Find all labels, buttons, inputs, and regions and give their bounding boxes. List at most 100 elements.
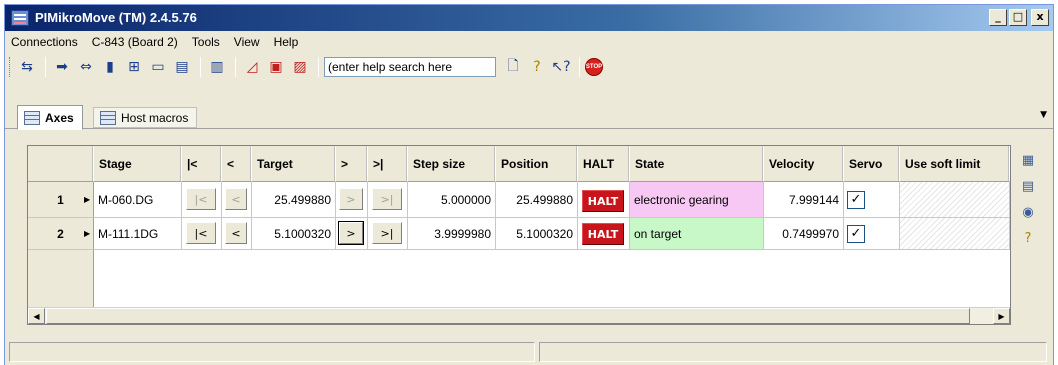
velocity-field[interactable]: 0.7499970 (764, 218, 844, 250)
header-stage[interactable]: Stage (94, 146, 182, 182)
stop-axes-icon[interactable]: ▮ (99, 56, 121, 78)
header-state[interactable]: State (630, 146, 764, 182)
horizontal-scrollbar[interactable]: ◀ ▶ (28, 307, 1010, 324)
help-search-input[interactable]: (enter help search here (324, 57, 496, 77)
header-position[interactable]: Position (496, 146, 578, 182)
corner-header (28, 146, 94, 182)
menu-bar: Connections C-843 (Board 2) Tools View H… (5, 32, 1053, 52)
servo-cell: ✓ (844, 182, 900, 218)
main-window: PIMikroMove (TM) 2.4.5.76 _ □ x Connecti… (4, 4, 1054, 365)
header-forward[interactable]: > (336, 146, 368, 182)
app-icon (11, 10, 29, 26)
connect-icon[interactable]: ⇆ (16, 56, 38, 78)
header-back[interactable]: < (222, 146, 252, 182)
window-title: PIMikroMove (TM) 2.4.5.76 (35, 10, 197, 25)
move-both-icon[interactable]: ⇔ (75, 56, 97, 78)
help-icon[interactable]: ? (1019, 231, 1037, 249)
to-end-button[interactable]: >| (372, 188, 402, 210)
to-start-cell: |< (182, 182, 222, 218)
move-right-icon[interactable]: ➡ (51, 56, 73, 78)
graph-icon[interactable]: ◿ (241, 56, 263, 78)
row-index: 1 (57, 192, 64, 207)
toolbar: ⇆ ➡ ⇔ ▮ ⊞ ▭ ▤ ▥ ◿ ▣ ▨ (enter help search… (5, 53, 1053, 81)
step-forward-button[interactable]: > (339, 188, 363, 210)
column-select-icon[interactable]: ▦ (1019, 153, 1037, 171)
target-field[interactable]: 25.499880 (252, 182, 336, 218)
header-servo[interactable]: Servo (844, 146, 900, 182)
maximize-button[interactable]: □ (1009, 9, 1027, 26)
row-index: 2 (57, 226, 64, 241)
row-header[interactable]: 1 ▶ (28, 182, 94, 218)
step-size-field[interactable]: 5.000000 (408, 182, 496, 218)
header-target[interactable]: Target (252, 146, 336, 182)
servo-checkbox[interactable]: ✓ (847, 190, 865, 209)
side-toolbar: ▦ ▤ ◉ ? (1019, 153, 1043, 257)
minimize-button[interactable]: _ (989, 9, 1007, 26)
help-icon[interactable]: ? (526, 56, 548, 78)
menu-connections[interactable]: Connections (11, 35, 78, 49)
header-to-end[interactable]: >| (368, 146, 408, 182)
save-config-icon[interactable]: ▤ (1019, 179, 1037, 197)
soft-limit-cell (900, 218, 1010, 250)
forward-cell: > (336, 218, 368, 250)
add-icon[interactable]: ⊞ (123, 56, 145, 78)
tab-axes[interactable]: Axes (17, 105, 83, 130)
save-icon[interactable]: ▤ (171, 56, 193, 78)
status-panel-left (9, 342, 535, 362)
row-pointer-icon: ▶ (84, 195, 91, 204)
stage-cell[interactable]: M-060.DG (94, 182, 182, 218)
tab-axes-label: Axes (45, 110, 74, 125)
tab-host-macros[interactable]: Host macros (93, 107, 198, 128)
sequence-icon[interactable]: ▥ (206, 56, 228, 78)
velocity-field[interactable]: 7.999144 (764, 182, 844, 218)
toolbar-grip[interactable] (9, 57, 12, 77)
close-button[interactable]: x (1031, 9, 1049, 26)
axes-tab-icon (24, 110, 40, 125)
axes-table-panel: Stage |< < Target > >| Step size Positio… (27, 145, 1011, 325)
scroll-right-button[interactable]: ▶ (993, 308, 1010, 324)
menu-help[interactable]: Help (274, 35, 299, 49)
macros-tab-icon (100, 110, 116, 125)
scroll-left-button[interactable]: ◀ (28, 308, 45, 324)
header-halt[interactable]: HALT (578, 146, 630, 182)
scroll-thumb[interactable] (46, 308, 970, 324)
to-end-cell: >| (368, 182, 408, 218)
halt-cell: HALT (578, 182, 630, 218)
halt-button[interactable]: HALT (582, 223, 624, 245)
sound-icon[interactable]: ◉ (1019, 205, 1037, 223)
target-field[interactable]: 5.1000320 (252, 218, 336, 250)
plot-icon[interactable]: ▨ (289, 56, 311, 78)
back-cell: < (222, 182, 252, 218)
header-use-soft-limit[interactable]: Use soft limit (900, 146, 1010, 182)
state-value: on target (630, 218, 764, 250)
to-start-button[interactable]: |< (186, 188, 216, 210)
to-start-cell: |< (182, 218, 222, 250)
to-start-button[interactable]: |< (186, 222, 216, 244)
step-back-button[interactable]: < (225, 222, 247, 244)
step-back-button[interactable]: < (225, 188, 247, 210)
servo-cell: ✓ (844, 218, 900, 250)
to-end-button[interactable]: >| (372, 222, 402, 244)
servo-checkbox[interactable]: ✓ (847, 224, 865, 243)
whats-this-icon[interactable]: ↖? (550, 56, 572, 78)
stage-cell[interactable]: M-111.1DG (94, 218, 182, 250)
step-size-field[interactable]: 3.9999980 (408, 218, 496, 250)
state-value: electronic gearing (630, 182, 764, 218)
halt-button[interactable]: HALT (582, 190, 624, 212)
menu-controller[interactable]: C-843 (Board 2) (92, 35, 178, 49)
row-header[interactable]: 2 ▶ (28, 218, 94, 250)
tab-host-macros-label: Host macros (121, 110, 189, 125)
tab-dropdown-icon[interactable]: ▼ (1040, 110, 1047, 120)
step-forward-button[interactable]: > (338, 221, 364, 245)
terminal-icon[interactable]: ▭ (147, 56, 169, 78)
header-to-start[interactable]: |< (182, 146, 222, 182)
document-icon[interactable]: 🗋 (502, 56, 524, 78)
header-velocity[interactable]: Velocity (764, 146, 844, 182)
position-value: 5.1000320 (496, 218, 578, 250)
stop-icon[interactable]: STOP (585, 58, 603, 76)
scan-icon[interactable]: ▣ (265, 56, 287, 78)
title-bar[interactable]: PIMikroMove (TM) 2.4.5.76 _ □ x (5, 5, 1053, 31)
menu-tools[interactable]: Tools (192, 35, 220, 49)
menu-view[interactable]: View (234, 35, 260, 49)
header-step-size[interactable]: Step size (408, 146, 496, 182)
